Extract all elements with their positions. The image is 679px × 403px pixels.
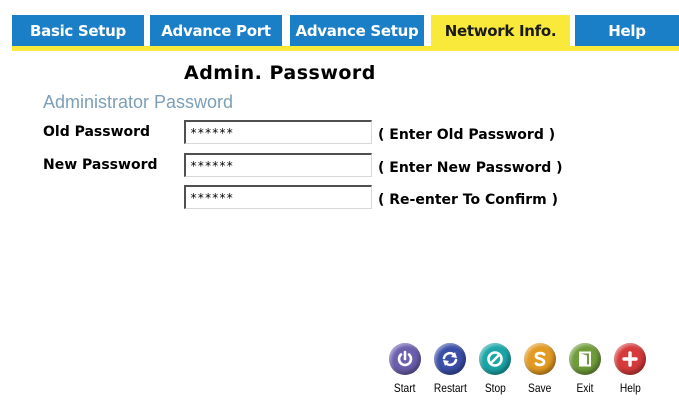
new-password-hint: ( Enter New Password ) [378,160,563,176]
old-password-field[interactable] [184,120,372,144]
page-title: Admin. Password [184,62,376,84]
exit-button[interactable]: Exit [565,343,605,395]
new-password-label: New Password [43,157,158,173]
tab-network-info[interactable]: Network Info. [431,15,570,46]
confirm-password-field[interactable] [184,185,372,209]
start-button[interactable]: Start [385,343,425,395]
tab-advance-setup[interactable]: Advance Setup [290,15,424,46]
help-button[interactable]: Help [610,343,650,395]
plus-icon [614,343,646,375]
power-icon [389,343,421,375]
save-label: Save [528,381,552,395]
restart-button[interactable]: Restart [430,343,470,395]
old-password-hint: ( Enter Old Password ) [378,127,556,143]
old-password-label: Old Password [43,124,151,140]
top-navigation: Basic Setup Advance Port Advance Setup N… [0,0,679,56]
stop-icon [479,343,511,375]
tab-underline [12,46,679,51]
section-title: Administrator Password [43,92,234,112]
help-label: Help [619,381,641,395]
stop-button[interactable]: Stop [475,343,515,395]
confirm-password-hint: ( Re-enter To Confirm ) [378,192,558,208]
start-label: Start [394,381,416,395]
restart-icon [434,343,466,375]
save-icon [524,343,556,375]
stop-label: Stop [484,381,506,395]
exit-label: Exit [576,381,594,395]
restart-label: Restart [433,381,467,395]
exit-icon [569,343,601,375]
tab-advance-port[interactable]: Advance Port [150,15,282,46]
tab-basic-setup[interactable]: Basic Setup [12,15,144,46]
save-button[interactable]: Save [520,343,560,395]
new-password-field[interactable] [184,153,372,177]
tab-help[interactable]: Help [575,15,679,46]
